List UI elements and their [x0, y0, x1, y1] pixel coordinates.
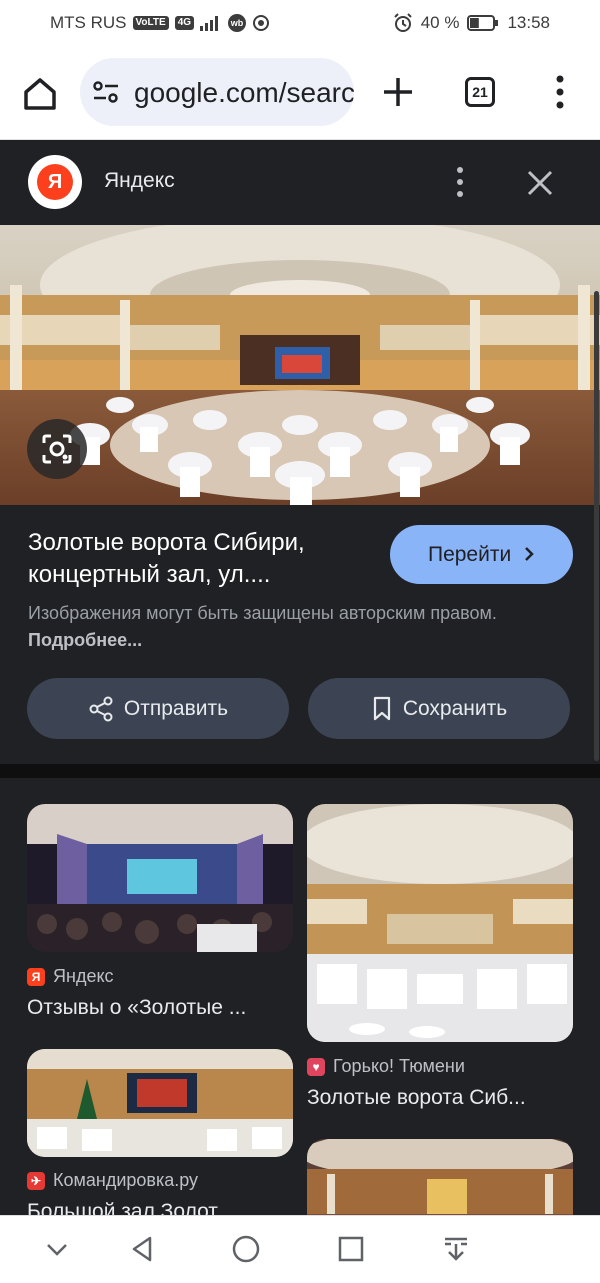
save-label: Сохранить	[402, 696, 508, 720]
back-icon[interactable]	[128, 1234, 158, 1264]
komandirovka-favicon-icon: ✈	[27, 1171, 45, 1190]
related-source-2[interactable]: ♥ Горько! Тюмени	[307, 1056, 465, 1077]
signal-icon	[200, 16, 219, 31]
tune-icon[interactable]	[92, 80, 120, 104]
close-icon[interactable]	[526, 169, 554, 197]
divider	[0, 764, 600, 778]
chevron-down-icon[interactable]	[42, 1234, 72, 1264]
volte-badge: VoLTE	[132, 16, 169, 30]
status-left: MTS RUS VoLTE 4G wb	[50, 13, 270, 33]
bookmark-icon	[373, 696, 390, 720]
learn-more-link[interactable]: Подробнее...	[28, 630, 142, 650]
copyright-text: Изображения могут быть защищены авторски…	[28, 603, 497, 623]
share-button[interactable]: Отправить	[27, 678, 289, 739]
related-source-name: Яндекс	[53, 966, 114, 986]
related-image-2[interactable]	[307, 804, 573, 1042]
image-detail-sheet: Я Яндекс Золотые ворота Сибири, концертн…	[0, 141, 600, 764]
related-title-3[interactable]: Большой зал Золот...	[27, 1200, 233, 1215]
banquet-hall-image	[307, 804, 573, 1042]
status-bar: MTS RUS VoLTE 4G wb 40 % 13:58	[0, 0, 600, 46]
url-text[interactable]: google.com/search	[134, 77, 354, 109]
goto-label: Перейти	[427, 543, 512, 566]
plus-icon[interactable]	[378, 72, 418, 112]
share-icon	[89, 696, 113, 721]
yandex-favicon-icon: Я	[27, 967, 45, 986]
home-nav-icon[interactable]	[231, 1234, 261, 1264]
tab-count: 21	[472, 84, 488, 100]
related-title-1[interactable]: Отзывы о «Золотые ...	[27, 996, 246, 1020]
hall-stage-image	[27, 1049, 293, 1157]
save-button[interactable]: Сохранить	[308, 678, 570, 739]
result-title-line2: концертный зал, ул....	[28, 561, 271, 588]
related-source-name: Горько! Тюмени	[333, 1056, 465, 1076]
related-image-1[interactable]	[27, 804, 293, 952]
result-title[interactable]: Золотые ворота Сибири, концертный зал, у…	[28, 527, 368, 591]
url-bar[interactable]: google.com/search	[80, 58, 354, 126]
hall-interior-image	[307, 1139, 573, 1215]
download-icon[interactable]	[441, 1234, 471, 1264]
source-logo[interactable]: Я	[28, 155, 82, 209]
more-vert-icon[interactable]	[548, 74, 572, 110]
alarm-icon	[393, 13, 412, 32]
scrollbar[interactable]	[594, 291, 599, 761]
main-image[interactable]	[0, 225, 600, 505]
related-title-2[interactable]: Золотые ворота Сиб...	[307, 1086, 526, 1110]
related-image-4[interactable]	[307, 1139, 573, 1215]
related-source-3[interactable]: ✈ Командировка.ру	[27, 1170, 198, 1191]
related-image-3[interactable]	[27, 1049, 293, 1157]
banquet-hall-image	[0, 225, 600, 505]
location-icon	[253, 15, 270, 31]
concert-hall-image	[27, 804, 293, 952]
system-nav-bar	[0, 1215, 600, 1283]
chevron-right-icon	[525, 547, 534, 561]
related-source-1[interactable]: Я Яндекс	[27, 966, 114, 987]
network-badge: 4G	[174, 16, 195, 30]
related-images-grid: Я Яндекс Отзывы о «Золотые ... ♥ Горько!…	[0, 778, 600, 1215]
carrier-label: MTS RUS	[50, 13, 127, 32]
related-source-name: Командировка.ру	[53, 1170, 199, 1190]
home-icon[interactable]	[20, 74, 60, 114]
tabs-icon[interactable]: 21	[465, 77, 495, 107]
status-right: 40 % 13:58	[393, 13, 550, 33]
goto-button[interactable]: Перейти	[390, 525, 573, 584]
battery-percent: 40 %	[420, 13, 460, 32]
browser-toolbar: google.com/search 21	[0, 46, 600, 140]
battery-icon	[467, 15, 499, 31]
share-label: Отправить	[123, 696, 229, 720]
source-name[interactable]: Яндекс	[104, 169, 175, 193]
yandex-logo-icon: Я	[37, 164, 73, 200]
lens-icon	[42, 434, 72, 464]
clock: 13:58	[507, 13, 550, 32]
lens-button[interactable]	[27, 419, 87, 479]
wb-badge: wb	[228, 14, 247, 32]
copyright-notice: Изображения могут быть защищены авторски…	[28, 600, 548, 654]
recents-icon[interactable]	[336, 1234, 366, 1264]
more-vert-icon[interactable]	[450, 165, 470, 199]
result-title-line1: Золотые ворота Сибири,	[28, 529, 305, 556]
gorko-favicon-icon: ♥	[307, 1057, 325, 1076]
